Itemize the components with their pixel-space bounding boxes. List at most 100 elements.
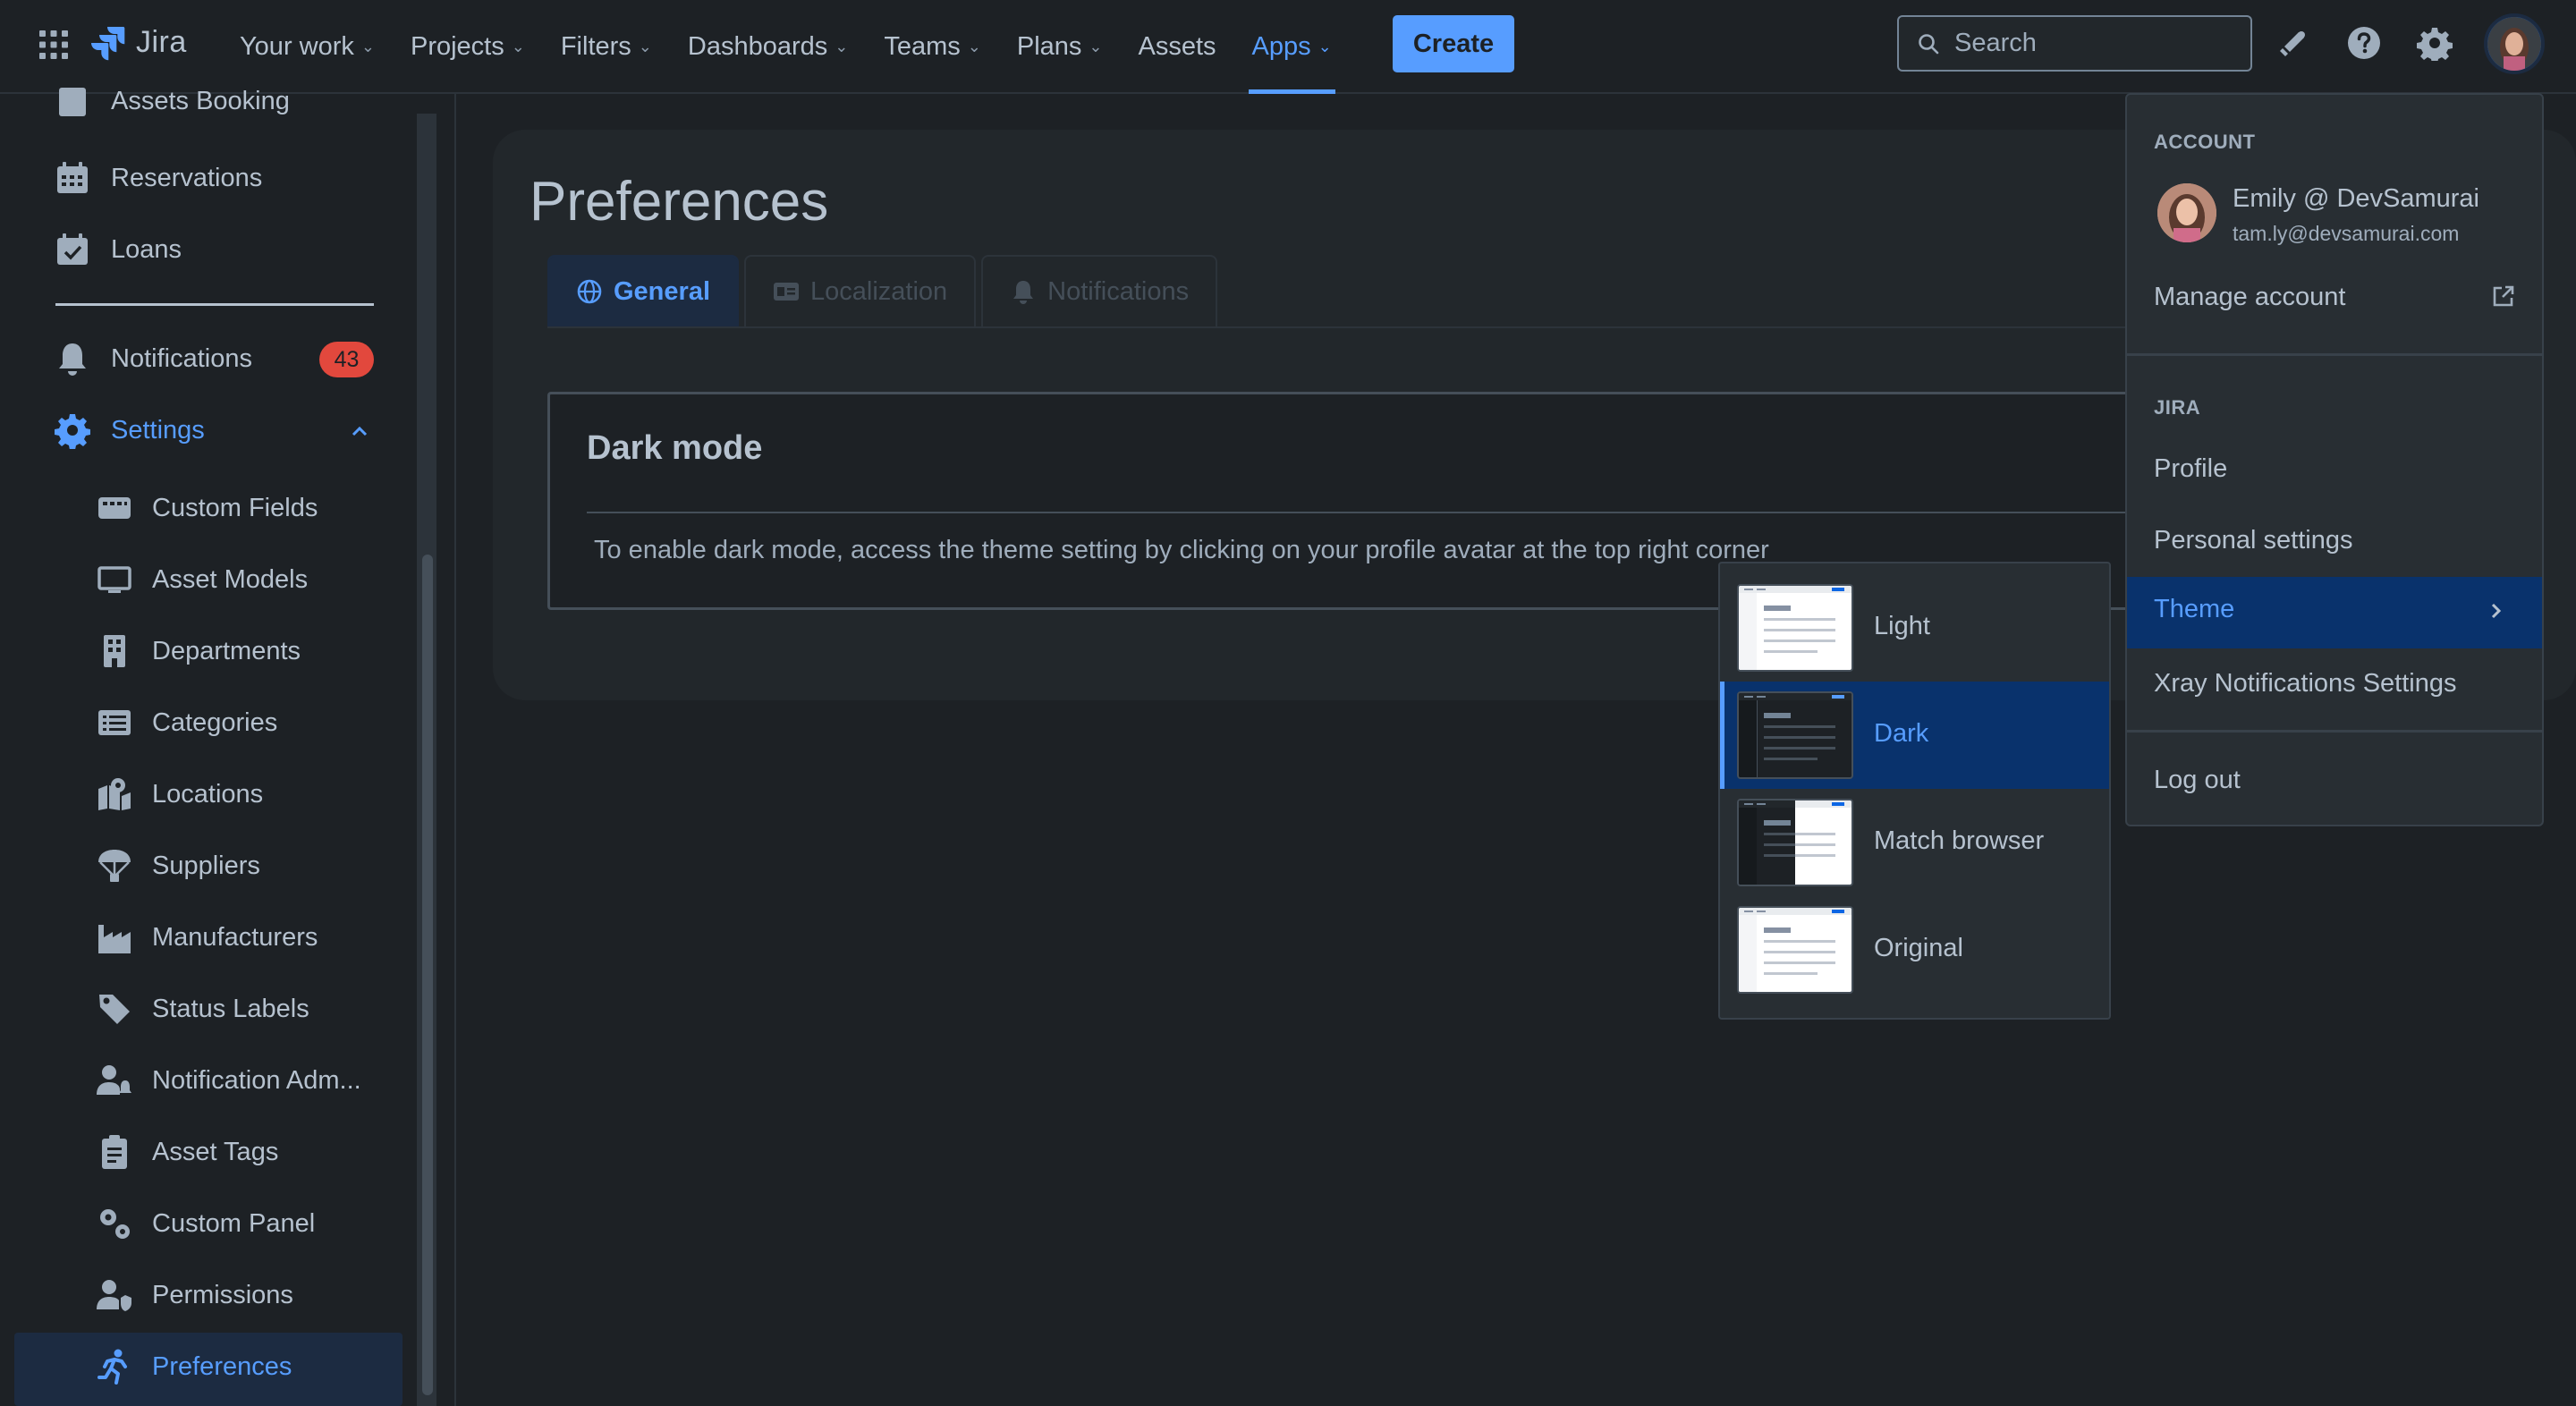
settings-gear-icon[interactable] — [2415, 23, 2454, 63]
gear-icon — [55, 414, 90, 449]
cogs-icon — [100, 1209, 130, 1239]
nav-label: Projects — [410, 32, 504, 61]
avatar-image-icon — [2157, 183, 2216, 242]
nav-projects[interactable]: Projects ⌄ — [393, 0, 543, 94]
app-switcher-icon[interactable] — [36, 27, 72, 63]
sidebar-item-custom-fields[interactable]: Custom Fields — [97, 490, 318, 526]
user-shield-icon — [97, 1280, 131, 1311]
jira-heading: JIRA — [2154, 396, 2201, 419]
page-title: Preferences — [530, 171, 829, 233]
logout-menu-item[interactable]: Log out — [2154, 766, 2241, 795]
chevron-up-icon[interactable] — [349, 420, 370, 442]
sidebar-item-permissions[interactable]: Permissions — [97, 1277, 293, 1313]
sidebar-item-label: Categories — [152, 707, 278, 737]
nav-teams[interactable]: Teams ⌄ — [866, 0, 999, 94]
primary-nav: Your work ⌄ Projects ⌄ Filters ⌄ Dashboards… — [222, 0, 1350, 94]
parachute-icon — [98, 850, 131, 882]
sidebar-item-label: Reservations — [111, 163, 263, 192]
nav-dashboards[interactable]: Dashboards ⌄ — [670, 0, 866, 94]
nav-label: Plans — [1016, 32, 1082, 61]
tag-icon — [99, 995, 130, 1024]
sidebar-divider — [55, 303, 374, 306]
bell-icon — [59, 343, 86, 376]
clipboard-tag-icon — [102, 1135, 127, 1169]
sidebar-item-settings[interactable]: Settings — [54, 411, 205, 449]
sidebar-item-assets-booking[interactable]: Assets Booking — [54, 82, 290, 120]
sidebar-item-loans[interactable]: Loans — [54, 231, 182, 268]
keyboard-icon — [98, 497, 131, 519]
sidebar-item-manufacturers[interactable]: Manufacturers — [97, 919, 318, 955]
section-title: Dark mode — [587, 429, 763, 467]
nav-plans[interactable]: Plans ⌄ — [999, 0, 1121, 94]
create-button[interactable]: Create — [1393, 15, 1514, 72]
personal-settings-menu-item[interactable]: Personal settings — [2154, 526, 2352, 555]
sidebar-item-label: Suppliers — [152, 851, 260, 880]
section-divider — [587, 512, 2152, 513]
preferences-tabs: General Localization Notifications — [547, 255, 1218, 326]
nav-label: Your work — [240, 32, 354, 61]
profile-avatar[interactable] — [2484, 13, 2545, 74]
section-description: To enable dark mode, access the theme se… — [594, 536, 1769, 564]
tab-general[interactable]: General — [547, 255, 739, 326]
sidebar-item-reservations[interactable]: Reservations — [54, 159, 262, 197]
theme-menu-label: Theme — [2154, 595, 2235, 623]
tab-localization[interactable]: Localization — [744, 255, 977, 326]
sidebar-item-locations[interactable]: Locations — [97, 776, 263, 812]
chevron-down-icon: ⌄ — [638, 38, 652, 55]
id-card-icon — [774, 283, 799, 301]
account-email: tam.ly@devsamurai.com — [2233, 222, 2460, 245]
account-avatar — [2157, 183, 2216, 242]
jira-logo-icon — [91, 27, 125, 61]
sidebar-item-preferences[interactable]: Preferences — [97, 1349, 292, 1385]
sidebar-item-status-labels[interactable]: Status Labels — [97, 991, 309, 1027]
sidebar-item-custom-panel[interactable]: Custom Panel — [97, 1206, 315, 1241]
map-pin-icon — [98, 778, 131, 810]
list-icon — [98, 710, 131, 735]
sidebar-item-categories[interactable]: Categories — [97, 705, 277, 741]
nav-assets[interactable]: Assets — [1121, 0, 1234, 94]
sidebar-item-label: Settings — [111, 415, 205, 445]
sidebar-scrollbar-thumb[interactable] — [422, 555, 433, 1395]
theme-option-label: Original — [1874, 934, 1963, 962]
calendar-check-icon — [57, 233, 88, 265]
search-input[interactable] — [1954, 29, 2223, 58]
sidebar-item-asset-tags[interactable]: Asset Tags — [97, 1134, 278, 1170]
sidebar-item-label: Custom Panel — [152, 1208, 316, 1238]
user-bell-icon — [97, 1065, 131, 1095]
sidebar-item-asset-models[interactable]: Asset Models — [97, 562, 308, 597]
nav-apps[interactable]: Apps ⌄ — [1234, 0, 1350, 94]
logo-text: Jira — [136, 24, 187, 59]
sidebar-item-label: Departments — [152, 636, 301, 665]
avatar-image-icon — [2487, 17, 2541, 71]
account-name: Emily @ DevSamurai — [2233, 184, 2479, 213]
notifications-megaphone-icon[interactable] — [2274, 23, 2313, 63]
sidebar-item-label: Permissions — [152, 1280, 293, 1309]
sidebar-item-label: Asset Tags — [152, 1137, 279, 1166]
profile-menu-item[interactable]: Profile — [2154, 454, 2227, 484]
tab-label: General — [614, 276, 710, 306]
sidebar-item-notifications[interactable]: Notifications — [54, 340, 252, 377]
tab-label: Localization — [810, 276, 948, 306]
sidebar-item-suppliers[interactable]: Suppliers — [97, 848, 260, 884]
nav-your-work[interactable]: Your work ⌄ — [222, 0, 393, 94]
sidebar-item-label: Locations — [152, 779, 264, 809]
running-person-icon — [97, 1349, 127, 1385]
manage-account-link[interactable]: Manage account — [2154, 283, 2345, 312]
sidebar-item-departments[interactable]: Departments — [97, 633, 301, 669]
sidebar-item-notification-admin[interactable]: Notification Adm... — [97, 1063, 361, 1098]
jira-logo[interactable]: Jira — [89, 23, 187, 61]
xray-notifications-menu-item[interactable]: Xray Notifications Settings — [2154, 669, 2456, 699]
help-icon[interactable] — [2344, 23, 2384, 63]
sidebar-item-label: Preferences — [152, 1351, 292, 1381]
top-navigation: Jira Your work ⌄ Projects ⌄ Filters ⌄ Dashb… — [0, 0, 2576, 94]
theme-option-label: Match browser — [1874, 826, 2045, 855]
nav-filters[interactable]: Filters ⌄ — [543, 0, 670, 94]
chevron-down-icon: ⌄ — [967, 38, 981, 55]
sidebar-item-label: Manufacturers — [152, 922, 318, 952]
sidebar-item-label: Status Labels — [152, 994, 309, 1023]
chevron-down-icon: ⌄ — [835, 38, 849, 55]
factory-icon — [98, 925, 131, 953]
theme-option-label: Light — [1874, 612, 1930, 640]
tab-notifications[interactable]: Notifications — [981, 255, 1218, 326]
search-box[interactable] — [1897, 15, 2252, 72]
